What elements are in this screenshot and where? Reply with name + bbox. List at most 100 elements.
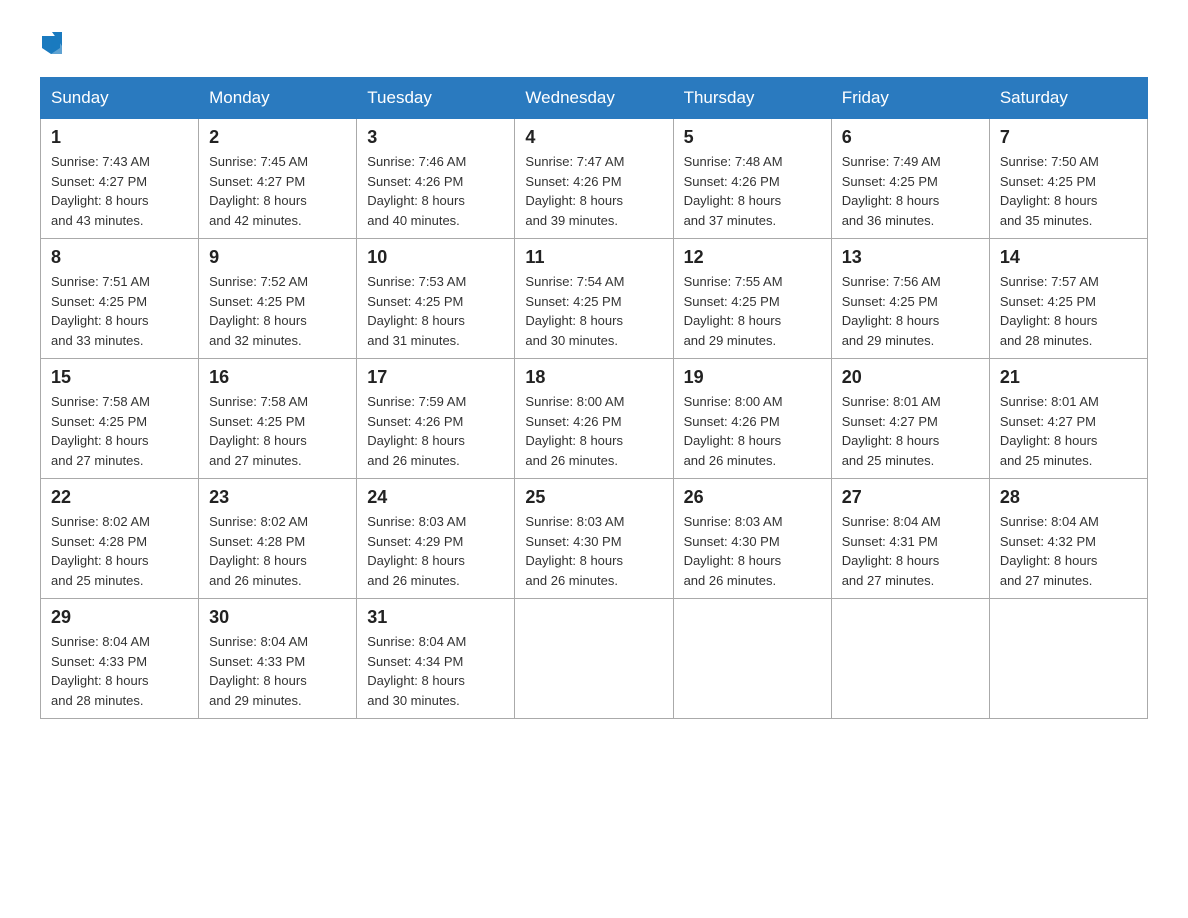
day-number: 27: [842, 487, 979, 508]
day-number: 20: [842, 367, 979, 388]
week-row-3: 15 Sunrise: 7:58 AM Sunset: 4:25 PM Dayl…: [41, 359, 1148, 479]
day-info: Sunrise: 7:53 AM Sunset: 4:25 PM Dayligh…: [367, 272, 504, 350]
calendar-cell: 9 Sunrise: 7:52 AM Sunset: 4:25 PM Dayli…: [199, 239, 357, 359]
calendar-cell: 29 Sunrise: 8:04 AM Sunset: 4:33 PM Dayl…: [41, 599, 199, 719]
calendar-cell: 27 Sunrise: 8:04 AM Sunset: 4:31 PM Dayl…: [831, 479, 989, 599]
day-info: Sunrise: 8:01 AM Sunset: 4:27 PM Dayligh…: [1000, 392, 1137, 470]
day-info: Sunrise: 7:59 AM Sunset: 4:26 PM Dayligh…: [367, 392, 504, 470]
day-number: 4: [525, 127, 662, 148]
day-info: Sunrise: 8:00 AM Sunset: 4:26 PM Dayligh…: [684, 392, 821, 470]
day-number: 1: [51, 127, 188, 148]
day-number: 14: [1000, 247, 1137, 268]
day-number: 7: [1000, 127, 1137, 148]
col-header-friday: Friday: [831, 78, 989, 119]
day-number: 26: [684, 487, 821, 508]
calendar-cell: 13 Sunrise: 7:56 AM Sunset: 4:25 PM Dayl…: [831, 239, 989, 359]
calendar-cell: 18 Sunrise: 8:00 AM Sunset: 4:26 PM Dayl…: [515, 359, 673, 479]
calendar-cell: 26 Sunrise: 8:03 AM Sunset: 4:30 PM Dayl…: [673, 479, 831, 599]
week-row-2: 8 Sunrise: 7:51 AM Sunset: 4:25 PM Dayli…: [41, 239, 1148, 359]
day-number: 25: [525, 487, 662, 508]
week-row-4: 22 Sunrise: 8:02 AM Sunset: 4:28 PM Dayl…: [41, 479, 1148, 599]
day-number: 24: [367, 487, 504, 508]
col-header-saturday: Saturday: [989, 78, 1147, 119]
logo-arrow-icon: [40, 32, 62, 59]
day-info: Sunrise: 7:58 AM Sunset: 4:25 PM Dayligh…: [51, 392, 188, 470]
day-number: 5: [684, 127, 821, 148]
day-info: Sunrise: 7:50 AM Sunset: 4:25 PM Dayligh…: [1000, 152, 1137, 230]
col-header-sunday: Sunday: [41, 78, 199, 119]
calendar-cell: [673, 599, 831, 719]
week-row-5: 29 Sunrise: 8:04 AM Sunset: 4:33 PM Dayl…: [41, 599, 1148, 719]
calendar-cell: 25 Sunrise: 8:03 AM Sunset: 4:30 PM Dayl…: [515, 479, 673, 599]
day-number: 12: [684, 247, 821, 268]
day-info: Sunrise: 7:46 AM Sunset: 4:26 PM Dayligh…: [367, 152, 504, 230]
day-info: Sunrise: 8:04 AM Sunset: 4:33 PM Dayligh…: [209, 632, 346, 710]
day-info: Sunrise: 7:55 AM Sunset: 4:25 PM Dayligh…: [684, 272, 821, 350]
calendar-cell: 23 Sunrise: 8:02 AM Sunset: 4:28 PM Dayl…: [199, 479, 357, 599]
day-info: Sunrise: 7:45 AM Sunset: 4:27 PM Dayligh…: [209, 152, 346, 230]
calendar-cell: 28 Sunrise: 8:04 AM Sunset: 4:32 PM Dayl…: [989, 479, 1147, 599]
calendar-cell: 31 Sunrise: 8:04 AM Sunset: 4:34 PM Dayl…: [357, 599, 515, 719]
day-info: Sunrise: 7:52 AM Sunset: 4:25 PM Dayligh…: [209, 272, 346, 350]
day-number: 13: [842, 247, 979, 268]
calendar-cell: [515, 599, 673, 719]
calendar-cell: 22 Sunrise: 8:02 AM Sunset: 4:28 PM Dayl…: [41, 479, 199, 599]
day-info: Sunrise: 7:57 AM Sunset: 4:25 PM Dayligh…: [1000, 272, 1137, 350]
col-header-tuesday: Tuesday: [357, 78, 515, 119]
calendar-cell: 19 Sunrise: 8:00 AM Sunset: 4:26 PM Dayl…: [673, 359, 831, 479]
calendar-cell: 8 Sunrise: 7:51 AM Sunset: 4:25 PM Dayli…: [41, 239, 199, 359]
day-info: Sunrise: 8:04 AM Sunset: 4:34 PM Dayligh…: [367, 632, 504, 710]
day-number: 22: [51, 487, 188, 508]
day-info: Sunrise: 8:02 AM Sunset: 4:28 PM Dayligh…: [209, 512, 346, 590]
calendar-cell: 17 Sunrise: 7:59 AM Sunset: 4:26 PM Dayl…: [357, 359, 515, 479]
calendar-cell: [989, 599, 1147, 719]
day-info: Sunrise: 8:00 AM Sunset: 4:26 PM Dayligh…: [525, 392, 662, 470]
day-number: 31: [367, 607, 504, 628]
calendar-cell: 6 Sunrise: 7:49 AM Sunset: 4:25 PM Dayli…: [831, 119, 989, 239]
calendar-cell: 7 Sunrise: 7:50 AM Sunset: 4:25 PM Dayli…: [989, 119, 1147, 239]
calendar-cell: 14 Sunrise: 7:57 AM Sunset: 4:25 PM Dayl…: [989, 239, 1147, 359]
day-info: Sunrise: 8:03 AM Sunset: 4:30 PM Dayligh…: [525, 512, 662, 590]
day-number: 28: [1000, 487, 1137, 508]
day-number: 23: [209, 487, 346, 508]
calendar-cell: 24 Sunrise: 8:03 AM Sunset: 4:29 PM Dayl…: [357, 479, 515, 599]
day-number: 11: [525, 247, 662, 268]
calendar-cell: 1 Sunrise: 7:43 AM Sunset: 4:27 PM Dayli…: [41, 119, 199, 239]
col-header-wednesday: Wednesday: [515, 78, 673, 119]
day-info: Sunrise: 8:02 AM Sunset: 4:28 PM Dayligh…: [51, 512, 188, 590]
day-info: Sunrise: 8:04 AM Sunset: 4:33 PM Dayligh…: [51, 632, 188, 710]
day-number: 15: [51, 367, 188, 388]
week-row-1: 1 Sunrise: 7:43 AM Sunset: 4:27 PM Dayli…: [41, 119, 1148, 239]
calendar-cell: 5 Sunrise: 7:48 AM Sunset: 4:26 PM Dayli…: [673, 119, 831, 239]
day-info: Sunrise: 7:47 AM Sunset: 4:26 PM Dayligh…: [525, 152, 662, 230]
day-number: 19: [684, 367, 821, 388]
day-number: 17: [367, 367, 504, 388]
day-info: Sunrise: 8:04 AM Sunset: 4:32 PM Dayligh…: [1000, 512, 1137, 590]
day-number: 16: [209, 367, 346, 388]
day-info: Sunrise: 7:49 AM Sunset: 4:25 PM Dayligh…: [842, 152, 979, 230]
day-number: 30: [209, 607, 346, 628]
day-number: 9: [209, 247, 346, 268]
calendar-cell: 11 Sunrise: 7:54 AM Sunset: 4:25 PM Dayl…: [515, 239, 673, 359]
day-number: 29: [51, 607, 188, 628]
calendar-cell: 21 Sunrise: 8:01 AM Sunset: 4:27 PM Dayl…: [989, 359, 1147, 479]
col-header-thursday: Thursday: [673, 78, 831, 119]
day-number: 2: [209, 127, 346, 148]
day-number: 8: [51, 247, 188, 268]
calendar-cell: 20 Sunrise: 8:01 AM Sunset: 4:27 PM Dayl…: [831, 359, 989, 479]
calendar-cell: 12 Sunrise: 7:55 AM Sunset: 4:25 PM Dayl…: [673, 239, 831, 359]
day-number: 21: [1000, 367, 1137, 388]
calendar-cell: 30 Sunrise: 8:04 AM Sunset: 4:33 PM Dayl…: [199, 599, 357, 719]
day-info: Sunrise: 7:43 AM Sunset: 4:27 PM Dayligh…: [51, 152, 188, 230]
calendar-table: SundayMondayTuesdayWednesdayThursdayFrid…: [40, 77, 1148, 719]
day-number: 18: [525, 367, 662, 388]
page-header: [40, 30, 1148, 57]
calendar-cell: 15 Sunrise: 7:58 AM Sunset: 4:25 PM Dayl…: [41, 359, 199, 479]
calendar-cell: 16 Sunrise: 7:58 AM Sunset: 4:25 PM Dayl…: [199, 359, 357, 479]
day-info: Sunrise: 8:03 AM Sunset: 4:29 PM Dayligh…: [367, 512, 504, 590]
calendar-cell: 3 Sunrise: 7:46 AM Sunset: 4:26 PM Dayli…: [357, 119, 515, 239]
day-info: Sunrise: 7:58 AM Sunset: 4:25 PM Dayligh…: [209, 392, 346, 470]
calendar-cell: 2 Sunrise: 7:45 AM Sunset: 4:27 PM Dayli…: [199, 119, 357, 239]
day-info: Sunrise: 8:03 AM Sunset: 4:30 PM Dayligh…: [684, 512, 821, 590]
day-info: Sunrise: 7:54 AM Sunset: 4:25 PM Dayligh…: [525, 272, 662, 350]
